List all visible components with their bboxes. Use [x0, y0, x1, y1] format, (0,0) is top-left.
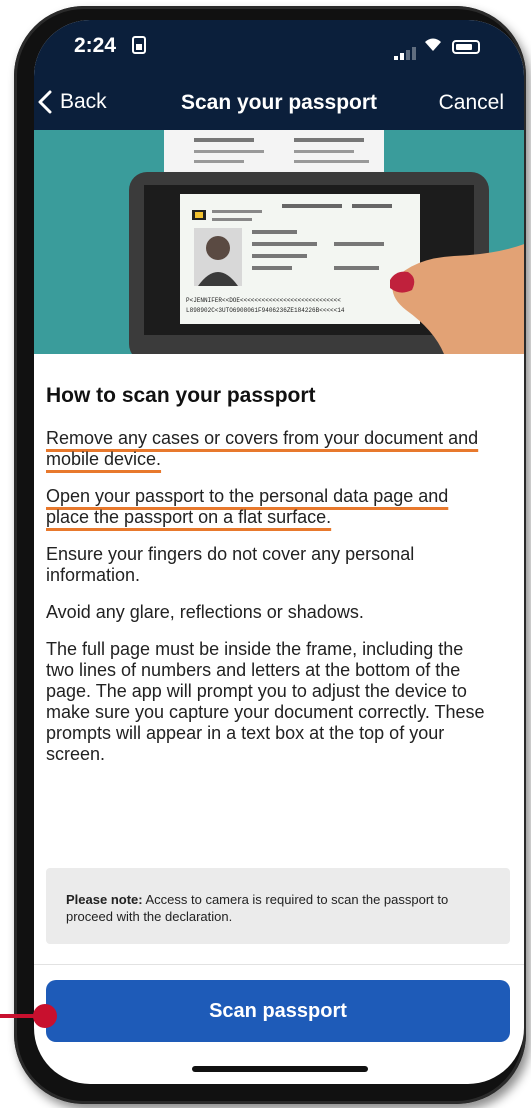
passport-scan-illustration: P<JENNIFER<<DOE<<<<<<<<<<<<<<<<<<<<<<<<<… — [34, 130, 524, 354]
home-indicator — [192, 1066, 368, 1072]
annotation-pointer-dot — [33, 1004, 57, 1028]
instructions-section: How to scan your passport Remove any cas… — [44, 354, 524, 765]
sim-card-icon — [132, 36, 146, 54]
instructions-heading: How to scan your passport — [46, 384, 316, 407]
camera-access-note: Please note: Access to camera is require… — [46, 868, 510, 944]
instruction-full-page: The full page must be inside the frame, … — [46, 639, 485, 764]
cancel-button[interactable]: Cancel — [439, 91, 504, 115]
instruction-glare: Avoid any glare, reflections or shadows. — [46, 602, 364, 622]
instruction-fingers: Ensure your fingers do not cover any per… — [46, 544, 415, 585]
instruction-remove-covers: Remove any cases or covers from your doc… — [46, 428, 479, 469]
navigation-bar: Back Scan your passport Cancel — [34, 78, 524, 130]
mrz-line-1: P<JENNIFER<<DOE<<<<<<<<<<<<<<<<<<<<<<<<<… — [186, 297, 341, 304]
back-button[interactable]: Back — [38, 90, 107, 114]
app-screen: 2:24 Back Scan your passport Cancel P<JE… — [34, 20, 524, 1084]
mrz-line-2: L898902C<3UTO6908061F9406236ZE184226B<<<… — [186, 307, 345, 314]
footer-divider — [34, 964, 524, 965]
instruction-open-passport: Open your passport to the personal data … — [46, 486, 449, 527]
cellular-signal-icon — [394, 42, 418, 60]
scan-passport-button[interactable]: Scan passport — [46, 980, 510, 1042]
wifi-icon — [422, 34, 444, 57]
status-bar: 2:24 — [34, 20, 524, 78]
battery-icon — [452, 40, 480, 54]
back-button-label: Back — [60, 90, 107, 113]
chevron-left-icon — [38, 90, 52, 114]
status-time: 2:24 — [74, 34, 117, 57]
note-label: Please note: — [66, 892, 143, 907]
